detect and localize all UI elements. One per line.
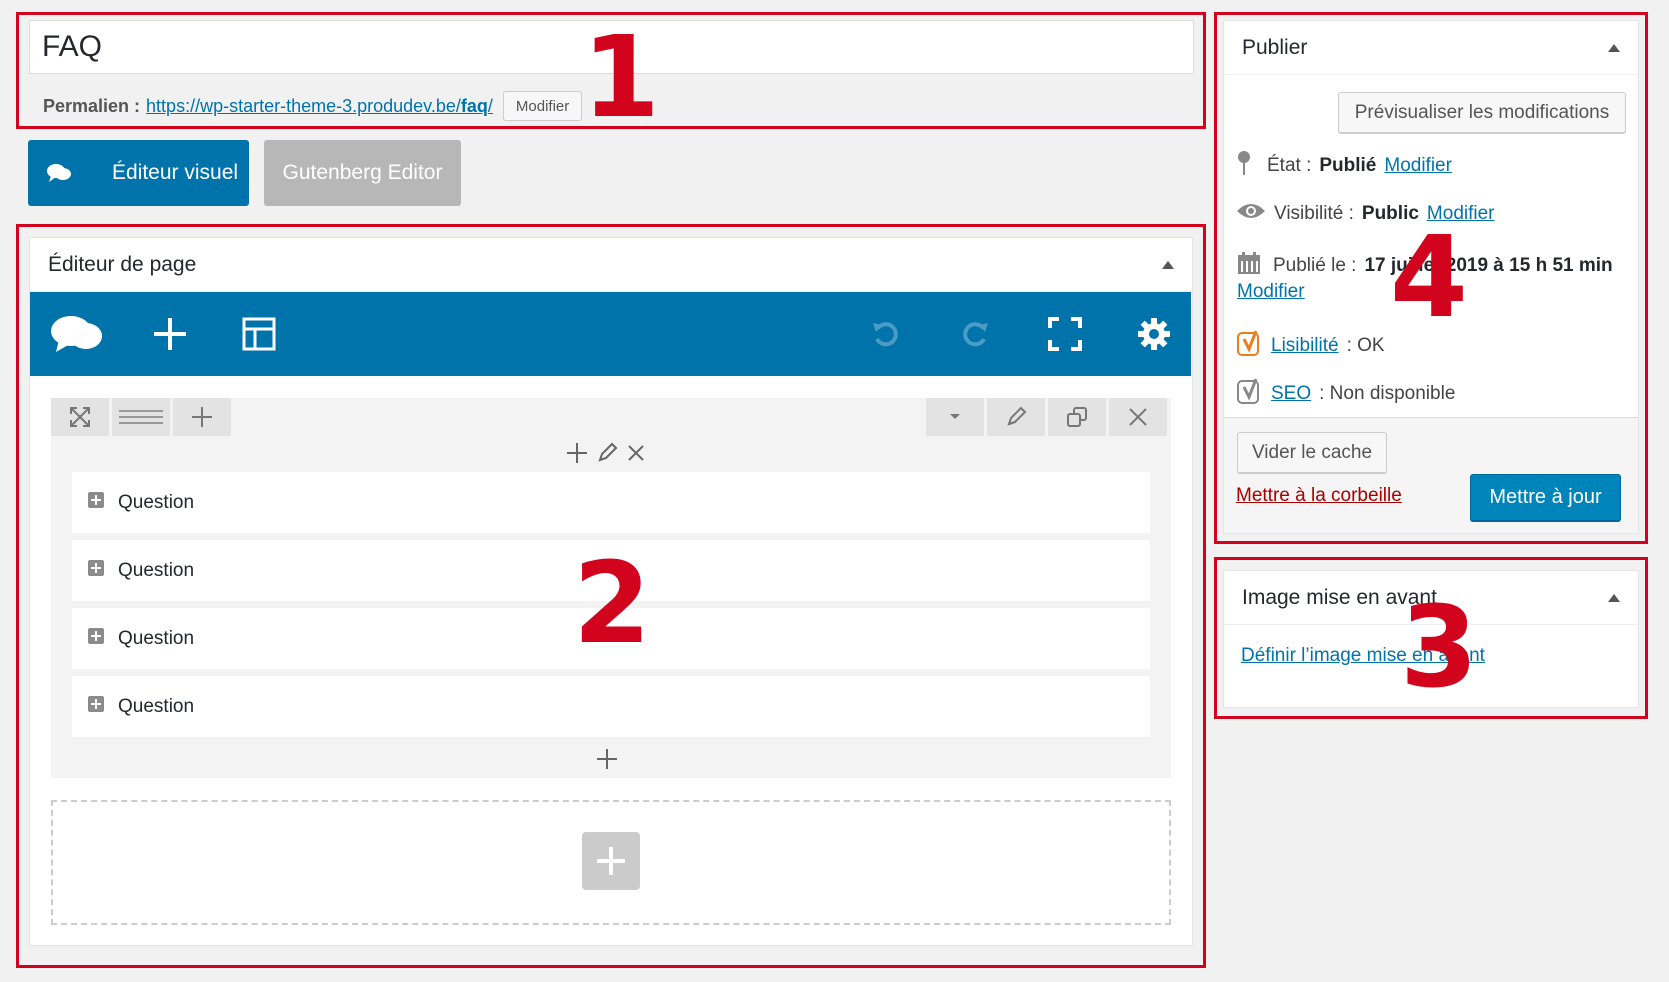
seo-row: SEO : Non disponible — [1237, 377, 1455, 411]
expand-plus-icon[interactable] — [88, 627, 104, 644]
row-delete-close-icon[interactable] — [1109, 398, 1167, 436]
row-add-column-icon[interactable] — [173, 398, 231, 436]
collapse-arrow-icon[interactable] — [1608, 43, 1620, 52]
module-add-icon[interactable] — [566, 442, 588, 469]
page-builder-logo-icon[interactable] — [47, 292, 107, 376]
module-tools — [566, 442, 646, 469]
accordion-question-item[interactable]: Question — [72, 472, 1150, 533]
eye-icon — [1236, 201, 1266, 227]
module-edit-pencil-icon[interactable] — [596, 442, 618, 469]
expand-plus-icon[interactable] — [88, 491, 104, 508]
published-date-modify-row: Modifier — [1237, 281, 1305, 303]
visibility-label: Visibilité : — [1274, 203, 1354, 224]
preview-changes-button[interactable]: Prévisualiser les modifications — [1338, 92, 1626, 133]
yoast-seo-icon — [1237, 377, 1263, 411]
update-button[interactable]: Mettre à jour — [1470, 474, 1621, 521]
annotation-number-2: 2 — [573, 539, 651, 669]
seo-link[interactable]: SEO — [1271, 383, 1311, 405]
status-row: État : Publié Modifier — [1237, 150, 1452, 182]
row-move-icon[interactable] — [51, 398, 109, 436]
question-label: Question — [118, 695, 195, 717]
accordion-question-item[interactable]: Question — [72, 676, 1150, 737]
add-row-icon[interactable] — [140, 292, 200, 376]
published-label: Publié le : — [1273, 255, 1357, 276]
redo-icon[interactable] — [945, 292, 1005, 376]
row-columns-icon[interactable] — [112, 398, 170, 436]
question-label: Question — [118, 491, 195, 513]
page-builder-toolbar — [30, 292, 1191, 376]
collapse-arrow-icon[interactable] — [1608, 593, 1620, 602]
visual-editor-button[interactable]: Éditeur visuel — [28, 140, 249, 206]
expand-plus-icon[interactable] — [88, 559, 104, 576]
gutenberg-editor-label: Gutenberg Editor — [282, 161, 443, 184]
trash-link[interactable]: Mettre à la corbeille — [1236, 485, 1402, 507]
page-builder-logo-icon — [46, 162, 72, 184]
fullscreen-icon[interactable] — [1035, 292, 1095, 376]
add-row-plus-icon[interactable] — [582, 832, 640, 890]
status-modify-link[interactable]: Modifier — [1384, 155, 1452, 177]
yoast-readability-icon — [1237, 329, 1263, 363]
readability-row: Lisibilité : OK — [1237, 329, 1385, 363]
status-label: État : — [1267, 155, 1312, 176]
annotation-number-1: 1 — [582, 13, 660, 143]
question-label: Question — [118, 627, 195, 649]
collapse-arrow-icon[interactable] — [1162, 260, 1174, 269]
question-label: Question — [118, 559, 195, 581]
pin-icon — [1237, 150, 1251, 182]
row-menu-chevron-down-icon[interactable] — [926, 398, 984, 436]
seo-value: : Non disponible — [1319, 383, 1456, 404]
annotation-number-4: 4 — [1390, 213, 1468, 343]
module-delete-close-icon[interactable] — [626, 442, 646, 469]
add-module-plus-icon[interactable] — [596, 748, 618, 775]
row-edit-pencil-icon[interactable] — [987, 398, 1045, 436]
permalink-edit-button[interactable]: Modifier — [502, 91, 583, 121]
permalink-label: Permalien : — [43, 95, 141, 116]
calendar-icon — [1237, 251, 1261, 281]
publish-header[interactable]: Publier — [1224, 21, 1638, 75]
page-editor-header[interactable]: Éditeur de page — [30, 238, 1192, 292]
clear-cache-button[interactable]: Vider le cache — [1237, 432, 1387, 473]
readability-link[interactable]: Lisibilité — [1271, 335, 1339, 357]
readability-value: : OK — [1346, 335, 1385, 356]
annotation-number-3: 3 — [1400, 583, 1478, 713]
visual-editor-label: Éditeur visuel — [112, 161, 239, 184]
permalink-link[interactable]: https://wp-starter-theme-3.produdev.be/f… — [146, 96, 493, 117]
row-controls-left — [51, 398, 234, 436]
gutenberg-editor-button[interactable]: Gutenberg Editor — [264, 140, 461, 206]
published-date-modify-link[interactable]: Modifier — [1237, 281, 1305, 303]
add-row-dropzone[interactable] — [51, 800, 1171, 925]
permalink-bar: Permalien : https://wp-starter-theme-3.p… — [43, 90, 583, 122]
layouts-icon[interactable] — [229, 292, 289, 376]
row-controls-right — [926, 398, 1170, 436]
undo-icon[interactable] — [856, 292, 916, 376]
publish-title: Publier — [1242, 35, 1308, 59]
expand-plus-icon[interactable] — [88, 695, 104, 712]
permalink-slug: faq — [460, 95, 488, 116]
status-value: Publié — [1319, 155, 1377, 176]
settings-gear-icon[interactable] — [1124, 292, 1184, 376]
page-editor-title: Éditeur de page — [48, 252, 197, 276]
row-duplicate-icon[interactable] — [1048, 398, 1106, 436]
